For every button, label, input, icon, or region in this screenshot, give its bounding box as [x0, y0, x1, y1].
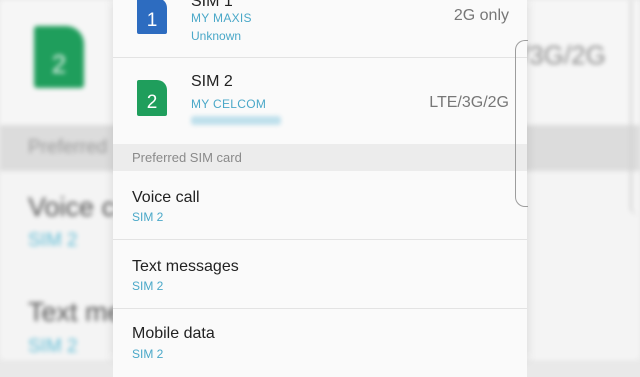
sim-card-icon: 2: [137, 80, 167, 116]
pref-title: Voice call: [132, 189, 200, 206]
sim-manager-panel: 1 SIM 1 MY MAXIS Unknown 2G only 2 SIM 2…: [113, 0, 527, 377]
pref-title: Text messages: [132, 258, 239, 275]
sim-row-2[interactable]: 2 SIM 2 MY CELCOM LTE/3G/2G: [113, 58, 527, 144]
pref-value: SIM 2: [132, 347, 164, 361]
sim-name: SIM 2: [191, 73, 233, 90]
pref-value: SIM 2: [132, 210, 164, 224]
sim-network-mode: 2G only: [453, 7, 509, 24]
pref-voice-call[interactable]: Voice call SIM 2: [113, 171, 527, 240]
sim-card-icon: 1: [137, 0, 167, 34]
sim-carrier: MY MAXIS: [191, 11, 252, 25]
section-header-text: Preferred SIM card: [132, 150, 242, 165]
bg-row1-sub: SIM 2: [28, 230, 78, 251]
sim-row-1[interactable]: 1 SIM 1 MY MAXIS Unknown 2G only: [113, 0, 527, 58]
bg-network-text: /3G/2G: [522, 40, 606, 70]
bg-sim-card-icon: 2: [34, 26, 84, 88]
sim-network-mode: LTE/3G/2G: [429, 94, 509, 111]
sim-card-number: 2: [146, 92, 158, 113]
bg-row1-title: Voice c: [28, 192, 116, 222]
pref-text-messages[interactable]: Text messages SIM 2: [113, 240, 527, 309]
bg-row2-title: Text me: [28, 297, 123, 327]
pref-value: SIM 2: [132, 279, 164, 293]
sim-carrier: MY CELCOM: [191, 97, 267, 111]
bg-sim-number: 2: [51, 49, 67, 79]
pref-title: Mobile data: [132, 325, 215, 342]
bg-row2-sub: SIM 2: [28, 336, 78, 357]
section-header: Preferred SIM card: [113, 144, 527, 171]
bg-device-edge: [630, 0, 640, 215]
blurred-phone-number: [191, 116, 281, 125]
pref-mobile-data[interactable]: Mobile data SIM 2: [113, 309, 527, 377]
bg-section-header-text: Preferred: [28, 137, 108, 158]
sim-phone-number: Unknown: [191, 29, 242, 43]
sim-card-number: 1: [146, 10, 158, 31]
device-edge-curve: [515, 40, 528, 207]
sim-name: SIM 1: [191, 0, 233, 10]
